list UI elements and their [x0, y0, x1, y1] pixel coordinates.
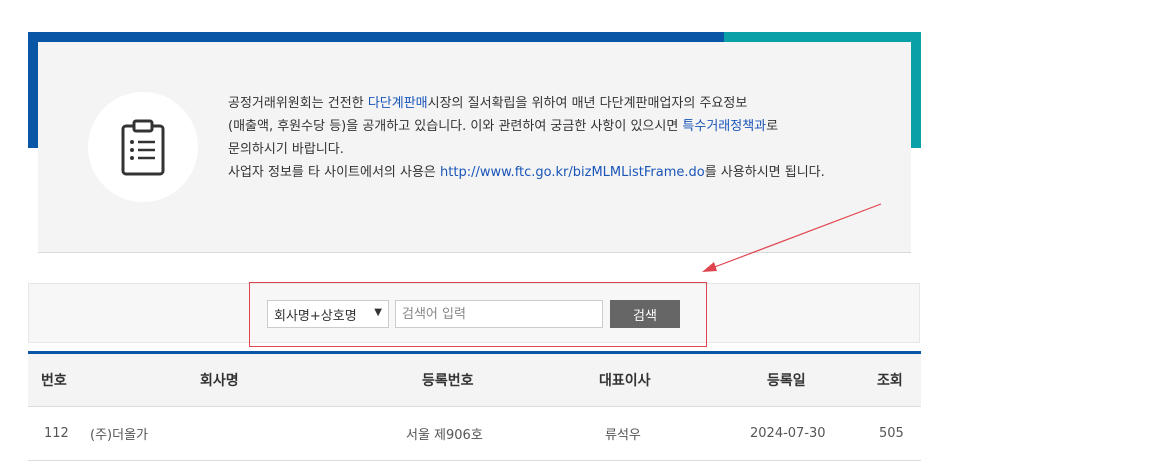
cell-ceo: 류석우: [605, 428, 641, 443]
notice-line-1-post: 시장의 질서확립을 위하여 매년 다단계판매업자의 주요정보: [427, 96, 748, 111]
clipboard-list-icon: [121, 119, 165, 176]
cell-reg-date: 2024-07-30: [750, 426, 826, 441]
cell-company[interactable]: (주)더올가: [90, 407, 148, 460]
table-header: 번호 회사명 등록번호 대표이사 등록일 조회: [28, 354, 921, 407]
notice-text: 공정거래위원회는 건전한 다단계판매시장의 질서확립을 위하여 매년 다단계판매…: [228, 92, 908, 184]
table-row[interactable]: 112 (주)더올가 서울 제906호 류석우 2024-07-30 505: [28, 407, 921, 461]
notice-line-1: 공정거래위원회는 건전한 다단계판매시장의 질서확립을 위하여 매년 다단계판매…: [228, 92, 908, 115]
header-no: 번호: [41, 373, 67, 389]
header-reg-date: 등록일: [767, 373, 806, 389]
cell-reg-no: 서울 제906호: [406, 428, 483, 443]
notice-line-2: (매출액, 후원수당 등)을 공개하고 있습니다. 이와 관련하여 궁금한 사항…: [228, 115, 908, 138]
notice-line-4-pre: 사업자 정보를 타 사이트에서의 사용은: [228, 165, 441, 180]
notice-line-2-post: 로: [766, 119, 779, 134]
cell-views: 505: [879, 426, 904, 441]
notice-icon-badge: [88, 92, 198, 202]
annotation-highlight-box: [249, 282, 707, 347]
notice-line-3: 문의하시기 바랍니다.: [228, 142, 344, 157]
header-ceo: 대표이사: [599, 373, 651, 389]
special-trade-division-link[interactable]: 특수거래정책과: [682, 119, 766, 134]
notice-line-1-pre: 공정거래위원회는 건전한: [228, 96, 368, 111]
cell-no: 112: [44, 426, 69, 441]
notice-panel: 공정거래위원회는 건전한 다단계판매시장의 질서확립을 위하여 매년 다단계판매…: [38, 42, 911, 253]
header-reg-no: 등록번호: [422, 373, 474, 389]
header-views: 조회: [877, 373, 903, 389]
header-company: 회사명: [200, 373, 239, 389]
notice-line-4: 사업자 정보를 타 사이트에서의 사용은 http://www.ftc.go.k…: [228, 161, 908, 184]
mlm-link[interactable]: 다단계판매: [368, 96, 428, 111]
ftc-url-link[interactable]: http://www.ftc.go.kr/bizMLMListFrame.do: [440, 165, 705, 180]
notice-line-2-pre: (매출액, 후원수당 등)을 공개하고 있습니다. 이와 관련하여 궁금한 사항…: [228, 119, 683, 134]
notice-line-4-post: 를 사용하시면 됩니다.: [704, 165, 825, 180]
